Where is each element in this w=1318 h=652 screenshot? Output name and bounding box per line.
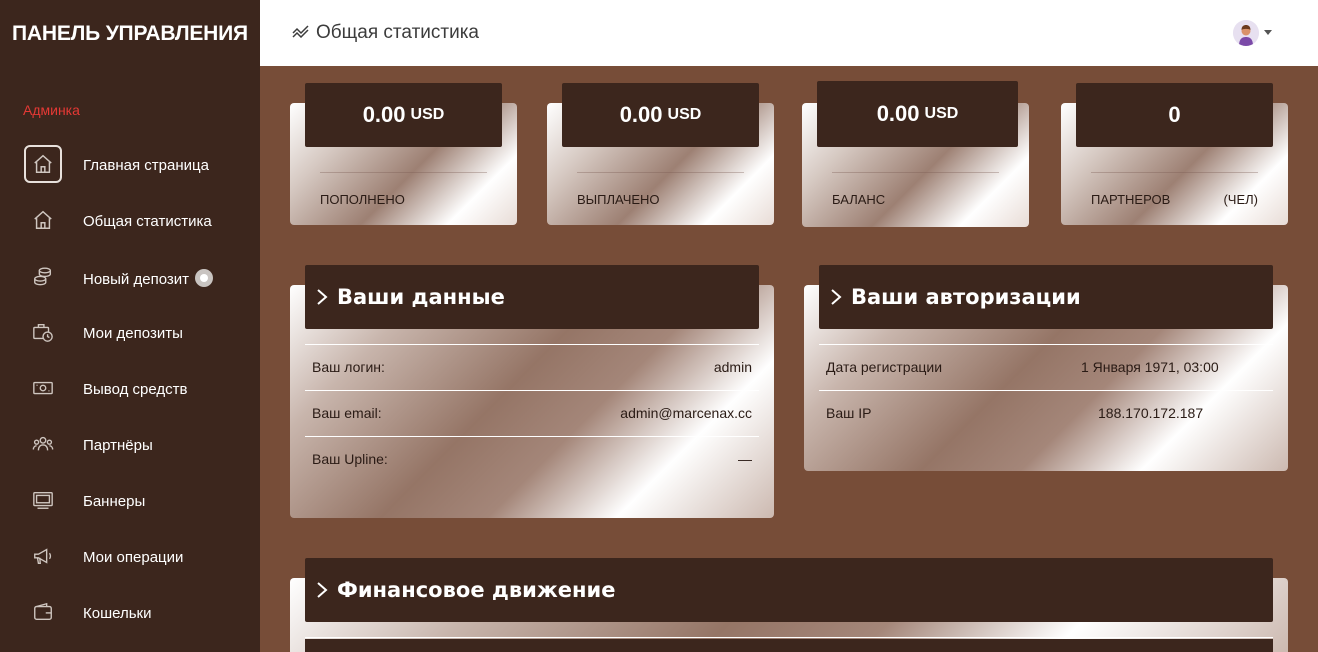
home-icon — [24, 145, 62, 183]
page-title-text: Общая статистика — [316, 22, 479, 43]
sidebar-item-new-deposit[interactable]: Новый депозит — [0, 250, 260, 306]
stat-value: 0 — [1168, 102, 1181, 127]
info-row-email: Ваш email: admin@marcenax.cc — [305, 405, 759, 425]
info-value: admin@marcenax.cc — [620, 405, 752, 421]
stat-value-box: 0.00 USD — [305, 83, 502, 147]
stat-card-paid-out: 0.00 USD ВЫПЛАЧЕНО — [547, 83, 774, 225]
stat-value: 0.00 — [876, 101, 920, 126]
divider — [819, 344, 1273, 345]
page-title: Общая статистика — [292, 22, 479, 44]
info-key: Ваш email: — [312, 405, 382, 421]
divider — [1091, 172, 1258, 173]
info-key: Ваш Upline: — [312, 451, 388, 467]
divider — [305, 436, 759, 437]
info-value: 1 Января 1971, 03:00 — [1081, 359, 1219, 375]
sidebar-item-wallets[interactable]: Кошельки — [0, 586, 260, 642]
stat-value-box: 0.00 USD — [817, 81, 1018, 147]
sidebar-item-label: Кошельки — [83, 605, 152, 622]
sidebar-item-label: Новый депозит — [83, 271, 189, 288]
stat-label: ВЫПЛАЧЕНО — [577, 192, 660, 207]
divider — [320, 172, 487, 173]
stat-label: ПОПОЛНЕНО — [320, 192, 405, 207]
info-key: Ваш IP — [826, 405, 872, 421]
info-row-ip: Ваш IP 188.170.172.187 — [819, 405, 1273, 425]
stat-label: БАЛАНС — [832, 192, 886, 207]
status-dot-icon — [195, 269, 214, 287]
topbar: Общая статистика — [260, 0, 1318, 66]
stat-label: ПАРТНЕРОВ — [1091, 192, 1171, 207]
sidebar-item-label: Партнёры — [83, 437, 153, 454]
sidebar-item-label: Баннеры — [83, 493, 146, 510]
info-value: 188.170.172.187 — [1098, 405, 1204, 421]
sidebar-item-label: Общая статистика — [83, 213, 212, 230]
sidebar-item-home[interactable]: Главная страница — [0, 138, 260, 194]
wallet-icon — [24, 593, 62, 631]
panel-header[interactable]: Ваши авторизации — [819, 265, 1273, 329]
stat-value: 0.00 — [619, 102, 663, 127]
sidebar-item-withdraw[interactable]: Вывод средств — [0, 362, 260, 418]
divider — [305, 344, 759, 345]
finance-panel: Финансовое движение — [290, 558, 1288, 652]
chart-line-icon — [292, 22, 310, 44]
divider — [577, 172, 744, 173]
info-key: Дата регистрации — [826, 359, 943, 375]
stat-value-box: 0.00 USD — [562, 83, 759, 147]
stat-card-balance: 0.00 USD БАЛАНС — [802, 81, 1029, 227]
panel-header[interactable]: Финансовое движение — [305, 558, 1273, 622]
sidebar: ПАНЕЛЬ УПРАВЛЕНИЯ Админка Главная страни… — [0, 0, 260, 652]
sidebar-item-my-deposits[interactable]: Мои депозиты — [0, 306, 260, 362]
panel-header[interactable]: Ваши данные — [305, 265, 759, 329]
divider — [305, 390, 759, 391]
sidebar-item-banners[interactable]: Баннеры — [0, 474, 260, 530]
chevron-down-icon[interactable] — [1264, 30, 1272, 35]
stat-value: 0.00 — [362, 102, 406, 127]
coins-icon — [24, 257, 62, 295]
briefcase-clock-icon — [24, 313, 62, 351]
stat-unit: USD — [410, 106, 445, 123]
info-value: admin — [713, 359, 752, 375]
info-row-registration-date: Дата регистрации 1 Января 1971, 03:00 — [819, 359, 1273, 379]
chevron-right-icon — [829, 288, 843, 306]
info-row-login: Ваш логин: admin — [305, 359, 759, 379]
divider — [832, 172, 999, 173]
sidebar-item-label: Вывод средств — [83, 381, 188, 398]
user-data-panel: Ваши данные Ваш логин: admin Ваш email: … — [290, 265, 774, 518]
info-key: Ваш логин: — [312, 359, 385, 375]
stat-value-box: 0 — [1076, 83, 1273, 147]
avatar[interactable] — [1233, 20, 1259, 46]
sidebar-nav: Главная страница Общая статистика Новый … — [0, 138, 260, 642]
sidebar-item-label: Мои операции — [83, 549, 184, 566]
sidebar-item-operations[interactable]: Мои операции — [0, 530, 260, 586]
table-header — [305, 639, 1273, 652]
info-row-upline: Ваш Upline: — — [305, 451, 759, 471]
home-icon — [24, 201, 62, 239]
panel-title: Финансовое движение — [337, 578, 616, 602]
users-icon — [24, 425, 62, 463]
info-value: — — [738, 451, 752, 467]
stat-card-deposited: 0.00 USD ПОПОЛНЕНО — [290, 83, 517, 225]
panel-title: Ваши авторизации — [851, 285, 1081, 309]
panel-title: Ваши данные — [337, 285, 505, 309]
chevron-right-icon — [315, 288, 329, 306]
auth-data-panel: Ваши авторизации Дата регистрации 1 Янва… — [804, 265, 1288, 471]
megaphone-icon — [24, 537, 62, 575]
stat-unit: USD — [667, 106, 702, 123]
money-icon — [24, 369, 62, 407]
sidebar-item-label: Мои депозиты — [83, 325, 183, 342]
sidebar-item-partners[interactable]: Партнёры — [0, 418, 260, 474]
sidebar-item-label: Главная страница — [83, 157, 209, 174]
stat-card-partners: 0 ПАРТНЕРОВ (ЧЕЛ) — [1061, 83, 1288, 225]
sidebar-item-new-deposit-text: Новый депозит — [83, 269, 214, 288]
divider — [305, 637, 1273, 638]
divider — [819, 390, 1273, 391]
stat-unit-label: (ЧЕЛ) — [1223, 192, 1258, 207]
role-label: Админка — [23, 102, 80, 118]
chevron-right-icon — [315, 581, 329, 599]
stat-unit: USD — [924, 105, 959, 122]
brand-title[interactable]: ПАНЕЛЬ УПРАВЛЕНИЯ — [12, 22, 248, 46]
banner-icon — [24, 481, 62, 519]
sidebar-item-statistics[interactable]: Общая статистика — [0, 194, 260, 250]
